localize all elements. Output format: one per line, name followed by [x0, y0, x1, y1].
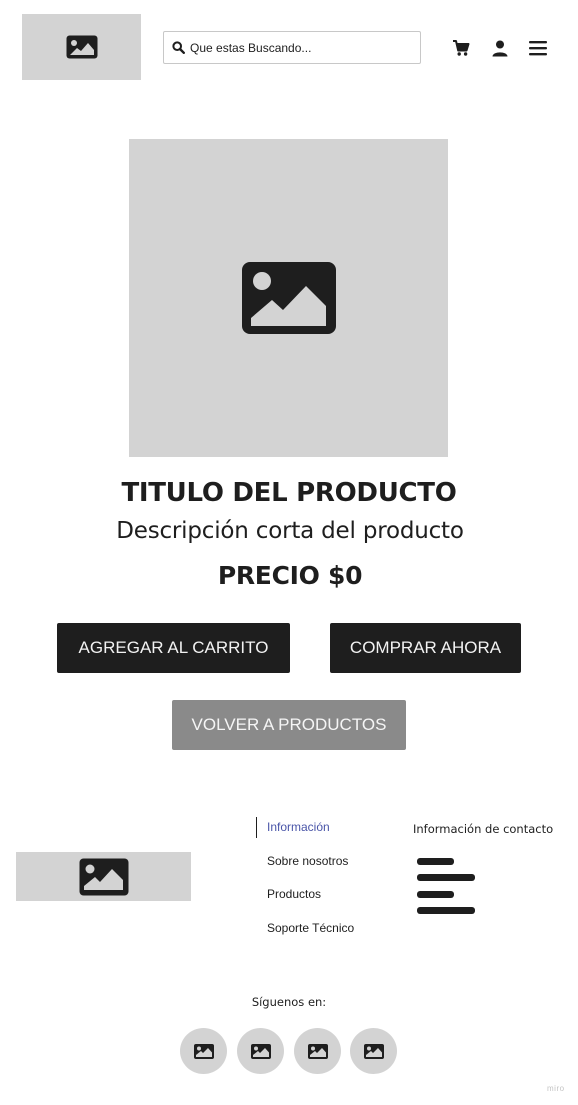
logo[interactable] [22, 14, 141, 80]
cart-icon [453, 40, 470, 56]
search-input[interactable] [190, 37, 410, 58]
image-placeholder-icon [193, 1043, 214, 1059]
back-to-products-button[interactable]: VOLVER A PRODUCTOS [172, 700, 406, 750]
menu-button[interactable] [527, 37, 549, 59]
contact-text-line [417, 858, 454, 865]
active-link-indicator [256, 817, 257, 838]
user-icon [492, 40, 508, 56]
social-link-4[interactable] [350, 1028, 397, 1074]
product-title: TITULO DEL PRODUCTO [121, 478, 457, 508]
social-link-1[interactable] [180, 1028, 227, 1074]
image-placeholder-icon [363, 1043, 384, 1059]
product-price: PRECIO $0 [217, 561, 363, 590]
image-placeholder-icon [66, 35, 97, 59]
footer-link-soporte-tecnico[interactable]: Soporte Técnico [267, 921, 354, 935]
image-placeholder-icon [241, 262, 336, 334]
menu-icon [529, 41, 547, 56]
contact-text-line [417, 891, 454, 898]
search-icon [172, 41, 185, 54]
footer-logo[interactable] [16, 852, 191, 901]
product-image [129, 139, 448, 457]
add-to-cart-button[interactable]: AGREGAR AL CARRITO [57, 623, 290, 673]
image-placeholder-icon [307, 1043, 328, 1059]
search-bar[interactable] [163, 31, 421, 64]
footer-link-informacion[interactable]: Información [267, 820, 330, 834]
contact-text-line [417, 874, 475, 881]
social-link-3[interactable] [294, 1028, 341, 1074]
buy-now-button[interactable]: COMPRAR AHORA [330, 623, 521, 673]
social-link-2[interactable] [237, 1028, 284, 1074]
footer-link-sobre-nosotros[interactable]: Sobre nosotros [267, 854, 348, 868]
user-button[interactable] [489, 37, 511, 59]
image-placeholder-icon [79, 858, 128, 895]
product-description: Descripción corta del producto [116, 518, 464, 544]
contact-text-line [417, 907, 475, 914]
cart-button[interactable] [450, 37, 472, 59]
footer-link-productos[interactable]: Productos [267, 887, 321, 901]
follow-us-label: Síguenos en: [251, 995, 327, 1009]
contact-title: Información de contacto [413, 822, 554, 836]
image-placeholder-icon [250, 1043, 271, 1059]
watermark: miro [547, 1084, 565, 1093]
